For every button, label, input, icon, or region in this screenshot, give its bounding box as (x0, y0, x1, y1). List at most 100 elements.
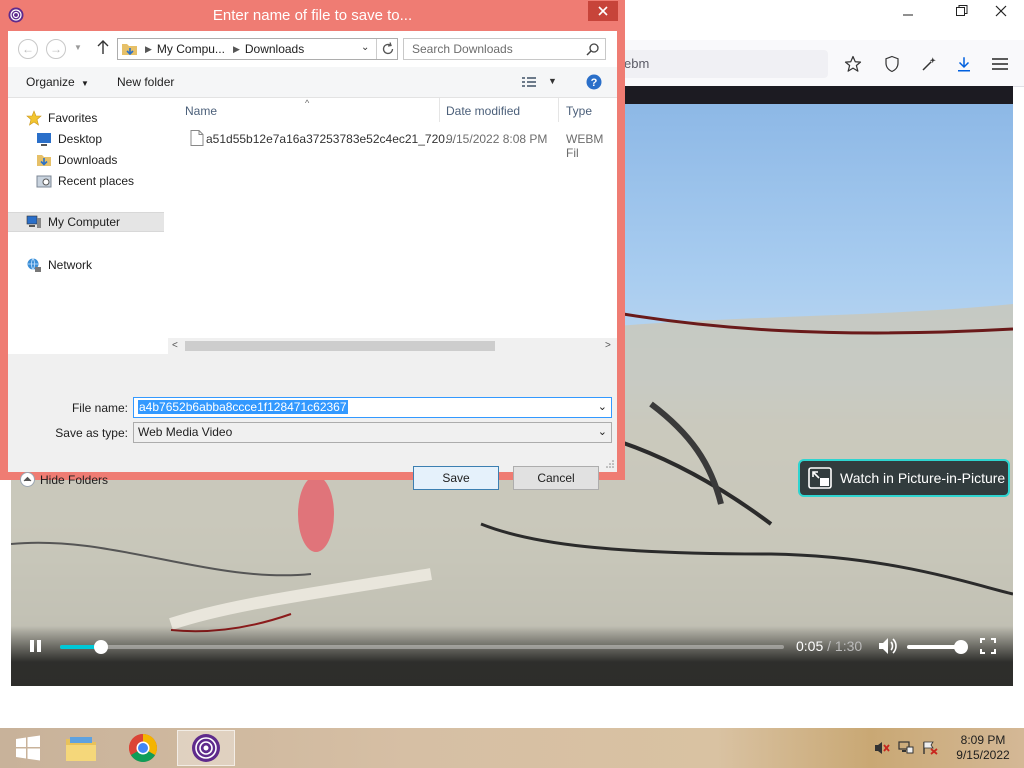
magic-wand-button[interactable] (918, 53, 940, 75)
help-icon: ? (586, 74, 602, 90)
speaker-muted-icon (875, 742, 890, 754)
refresh-button[interactable] (381, 42, 395, 56)
url-bar[interactable]: ebm (600, 50, 828, 78)
dialog-body: ← → ▼ ▶ My Compu... ▶ Downloads ⌄ Search… (8, 31, 617, 490)
nav-my-computer[interactable]: My Computer (8, 212, 164, 232)
address-bar[interactable]: ▶ My Compu... ▶ Downloads ⌄ (117, 38, 398, 60)
restore-icon (956, 5, 968, 16)
volume-muted-tray-icon[interactable] (874, 741, 890, 755)
download-arrow-icon (958, 57, 970, 72)
shield-icon (885, 55, 899, 73)
recent-locations-chevron-icon[interactable]: ▼ (74, 43, 82, 52)
shield-button[interactable] (881, 53, 903, 75)
savetype-select[interactable]: Web Media Video ⌄ (133, 422, 612, 443)
view-dropdown-chevron-icon[interactable]: ▼ (548, 76, 557, 86)
resize-grip-icon[interactable] (606, 460, 614, 468)
picture-in-picture-toggle[interactable]: Watch in Picture-in-Picture (798, 459, 1010, 497)
address-dropdown-chevron-icon[interactable]: ⌄ (361, 42, 369, 53)
file-icon (190, 130, 204, 146)
bookmark-star-button[interactable] (842, 53, 864, 75)
column-divider[interactable] (558, 98, 559, 122)
chevron-down-icon: ▼ (81, 79, 89, 88)
fullscreen-icon (980, 638, 996, 654)
close-icon (598, 6, 608, 16)
star-icon (844, 55, 862, 72)
scrollbar-thumb[interactable] (185, 341, 495, 351)
clock-time: 8:09 PM (960, 733, 1006, 747)
hide-folders-toggle[interactable]: Hide Folders (20, 472, 108, 487)
close-window-button[interactable] (978, 0, 1024, 22)
pause-button[interactable] (29, 638, 43, 654)
save-form: File name: a4b7652b6abba8ccce1f128471c62… (8, 354, 617, 490)
close-icon (995, 5, 1007, 17)
forward-button[interactable]: → (46, 39, 66, 59)
filename-dropdown-chevron-icon[interactable]: ⌄ (598, 398, 607, 417)
filename-input[interactable]: a4b7652b6abba8ccce1f128471c62367 ⌄ (133, 397, 612, 418)
computer-icon (26, 215, 41, 228)
breadcrumb-downloads[interactable]: Downloads (245, 42, 304, 56)
nav-network[interactable]: Network (26, 255, 182, 275)
nav-my-computer-label: My Computer (48, 215, 121, 229)
volume-thumb[interactable] (954, 640, 968, 654)
seek-bar[interactable] (60, 640, 784, 654)
new-folder-button[interactable]: New folder (117, 75, 174, 89)
star-icon (26, 110, 42, 126)
horizontal-scrollbar[interactable]: < > (168, 338, 617, 354)
volume-slider[interactable] (907, 640, 968, 654)
view-options-button[interactable] (522, 76, 538, 88)
column-header-date[interactable]: Date modified (446, 104, 520, 118)
network-tray-glyph-icon (898, 741, 914, 754)
system-clock[interactable]: 8:09 PM 9/15/2022 (948, 733, 1018, 763)
up-button[interactable] (96, 39, 110, 55)
organize-menu[interactable]: Organize ▼ (26, 75, 89, 89)
downloads-button[interactable] (953, 53, 975, 75)
minimize-icon (903, 14, 913, 16)
seek-thumb[interactable] (93, 640, 108, 654)
breadcrumb-arrow-icon: ▶ (145, 43, 152, 54)
filename-selected-text: a4b7652b6abba8ccce1f128471c62367 (138, 400, 348, 414)
nav-desktop-label: Desktop (58, 132, 103, 146)
organize-label: Organize (26, 75, 75, 89)
arrow-left-icon: ← (22, 42, 34, 56)
action-center-tray-icon[interactable] (922, 741, 938, 755)
view-list-icon (522, 77, 536, 87)
filename-label: File name: (71, 401, 128, 415)
scroll-right-icon[interactable]: > (605, 340, 611, 351)
nav-network-label: Network (48, 258, 93, 272)
column-divider[interactable] (439, 98, 440, 122)
help-button[interactable]: ? (586, 74, 602, 90)
mute-button[interactable] (878, 637, 898, 655)
desktop-icon (37, 133, 51, 146)
taskbar-file-explorer[interactable] (53, 730, 109, 766)
minimize-button[interactable] (885, 0, 931, 22)
start-button[interactable] (0, 730, 56, 766)
scroll-left-icon[interactable]: < (172, 340, 178, 351)
hamburger-icon (992, 58, 1008, 70)
network-tray-icon[interactable] (898, 741, 914, 755)
breadcrumb-arrow-icon: ▶ (232, 43, 240, 54)
savetype-dropdown-chevron-icon: ⌄ (597, 426, 607, 438)
search-icon (586, 43, 599, 56)
speaker-icon (879, 638, 897, 654)
search-placeholder: Search Downloads (412, 42, 513, 56)
back-button[interactable]: ← (18, 39, 38, 59)
taskbar-chrome[interactable] (115, 730, 171, 766)
column-header-type[interactable]: Type (566, 104, 592, 118)
collapse-circle-icon (20, 472, 35, 487)
table-row[interactable]: a51d55b12e7a16a37253783e52c4ec21_720... … (168, 128, 617, 160)
fullscreen-button[interactable] (980, 638, 996, 654)
nav-favorites[interactable]: Favorites (26, 108, 182, 128)
dialog-close-button[interactable] (588, 1, 618, 21)
breadcrumb-my-computer[interactable]: My Compu... (157, 42, 225, 56)
taskbar-tor-browser[interactable] (177, 730, 235, 766)
cancel-button[interactable]: Cancel (513, 466, 599, 490)
elapsed-time: 0:05 (796, 638, 824, 654)
folder-icon (66, 737, 96, 761)
time-display: 0:05 / 1:30 (796, 638, 862, 654)
time-separator: / (827, 638, 832, 654)
column-header-name[interactable]: Name (185, 104, 217, 118)
tor-browser-icon (192, 734, 220, 762)
save-button[interactable]: Save (413, 466, 499, 490)
search-downloads-input[interactable]: Search Downloads (403, 38, 606, 60)
menu-button[interactable] (989, 53, 1011, 75)
